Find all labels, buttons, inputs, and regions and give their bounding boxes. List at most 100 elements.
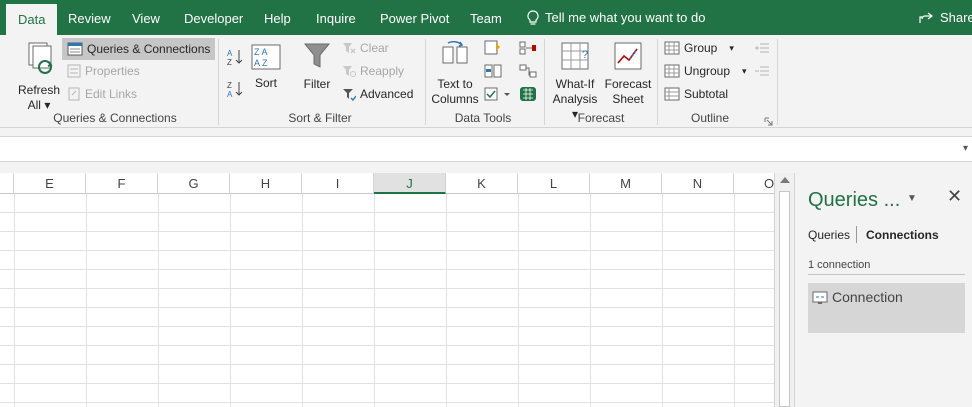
column-header-i[interactable]: I (302, 173, 374, 194)
tab-inquire[interactable]: Inquire (316, 0, 356, 35)
connection-icon (812, 291, 828, 304)
column-header-f[interactable]: F (86, 173, 158, 194)
column-header-j[interactable]: J (374, 173, 446, 194)
filter-button[interactable]: Filter (300, 41, 334, 92)
tab-power-pivot[interactable]: Power Pivot (380, 0, 449, 35)
group-separator (657, 39, 658, 125)
tab-review[interactable]: Review (68, 0, 111, 35)
pane-divider (808, 274, 965, 275)
row-gridline (0, 269, 774, 270)
share-icon (919, 12, 933, 23)
tab-team[interactable]: Team (470, 0, 502, 35)
column-header-n[interactable]: N (662, 173, 734, 194)
subtotal-button[interactable]: Subtotal (664, 87, 728, 101)
row-gridline (0, 212, 774, 213)
tab-data[interactable]: Data (6, 4, 58, 35)
manage-data-model-icon[interactable] (519, 86, 537, 105)
consolidate-icon[interactable] (519, 41, 537, 58)
what-if-analysis-icon: ? (561, 42, 589, 70)
relationships-icon[interactable] (519, 64, 537, 81)
spreadsheet-grid[interactable]: E F G H I J K L M N O (0, 173, 774, 407)
properties-button[interactable]: Properties (67, 64, 140, 78)
reapply-icon (343, 66, 356, 77)
reapply-button[interactable]: Reapply (342, 64, 404, 78)
group-label: Group (684, 41, 718, 55)
row-gridline (0, 345, 774, 346)
remove-duplicates-icon[interactable] (484, 63, 502, 82)
column-header-o[interactable]: O (734, 173, 774, 194)
subtotal-icon (664, 87, 680, 101)
row-gridline (0, 364, 774, 365)
vertical-scrollbar[interactable] (774, 173, 794, 407)
chevron-down-icon: ▾ (742, 65, 747, 76)
flash-fill-icon[interactable] (484, 40, 502, 59)
what-if-label-1: What-If (555, 77, 595, 91)
column-header-h[interactable]: H (230, 173, 302, 194)
forecast-sheet-button[interactable]: Forecast Sheet (603, 41, 653, 107)
share-button[interactable]: Share (918, 0, 972, 35)
ribbon-bottom-band (0, 128, 972, 136)
ungroup-button[interactable]: Ungroup ▾ (664, 64, 747, 78)
share-label: Share (940, 9, 972, 25)
group-separator (544, 39, 545, 125)
group-label-forecast: Forecast (577, 111, 625, 125)
formula-bar[interactable]: ▾ (0, 136, 972, 162)
sort-az-icon[interactable]: A Z (227, 47, 243, 70)
ribbon-tab-bar: Data Review View Developer Help Inquire … (0, 0, 972, 35)
tab-view[interactable]: View (132, 0, 160, 35)
sort-button[interactable]: Z A A Z Sort (250, 44, 282, 91)
clear-button[interactable]: Clear (342, 41, 389, 55)
column-header-partial[interactable] (0, 173, 14, 194)
outline-dialog-launcher-icon[interactable] (764, 115, 773, 129)
data-validation-icon[interactable] (484, 86, 510, 105)
tell-me-search[interactable]: Tell me what you want to do (526, 0, 705, 35)
clear-label: Clear (360, 41, 389, 55)
svg-text:A Z: A Z (254, 58, 268, 68)
group-label-sort-filter: Sort & Filter (288, 111, 352, 125)
tab-help[interactable]: Help (264, 0, 291, 35)
pane-tab-divider (856, 226, 857, 243)
tell-me-label: Tell me what you want to do (545, 9, 706, 25)
column-header-l[interactable]: L (518, 173, 590, 194)
svg-text:?: ? (582, 49, 588, 61)
sort-za-icon[interactable]: Z A (227, 79, 243, 102)
pane-options-chevron-icon[interactable]: ▼ (907, 193, 917, 204)
queries-connections-button[interactable]: Queries & Connections (62, 38, 216, 60)
column-header-g[interactable]: G (158, 173, 230, 194)
group-icon (664, 41, 680, 55)
edit-links-button[interactable]: Edit Links (67, 87, 137, 101)
show-detail-icon[interactable] (754, 41, 770, 58)
scrollbar-thumb[interactable] (779, 191, 790, 407)
close-icon[interactable]: ✕ (947, 186, 962, 207)
lightbulb-icon (527, 9, 539, 25)
advanced-label: Advanced (360, 87, 414, 101)
connection-list-item[interactable]: Connection (808, 283, 965, 333)
group-label-data-tools: Data Tools (454, 111, 512, 125)
group-label-outline: Outline (690, 111, 730, 125)
column-gridline (302, 194, 303, 407)
row-gridline (0, 288, 774, 289)
row-gridline (0, 383, 774, 384)
tab-developer[interactable]: Developer (184, 0, 243, 35)
sort-label: Sort (254, 76, 277, 90)
column-header-k[interactable]: K (446, 173, 518, 194)
column-header-m[interactable]: M (590, 173, 662, 194)
subtotal-label: Subtotal (684, 87, 729, 101)
refresh-all-button[interactable]: Refresh All ▾ (18, 41, 60, 113)
advanced-button[interactable]: Advanced (342, 87, 413, 101)
what-if-analysis-button[interactable]: ? What-If Analysis ▾ (548, 41, 602, 122)
text-to-columns-label-2: Columns (431, 92, 479, 106)
column-gridline (446, 194, 447, 407)
text-to-columns-button[interactable]: Text to Columns (430, 41, 480, 107)
column-header-e[interactable]: E (14, 173, 86, 194)
scroll-up-icon[interactable] (780, 177, 790, 183)
hide-detail-icon[interactable] (754, 64, 770, 81)
column-gridline (158, 194, 159, 407)
expand-formula-bar-icon[interactable]: ▾ (963, 143, 968, 154)
pane-tab-connections[interactable]: Connections (866, 228, 939, 242)
edit-links-label: Edit Links (85, 87, 138, 101)
svg-text:A: A (227, 49, 233, 58)
group-button[interactable]: Group ▾ (664, 41, 734, 55)
svg-text:Z: Z (227, 58, 232, 67)
pane-tab-queries[interactable]: Queries (808, 228, 850, 242)
